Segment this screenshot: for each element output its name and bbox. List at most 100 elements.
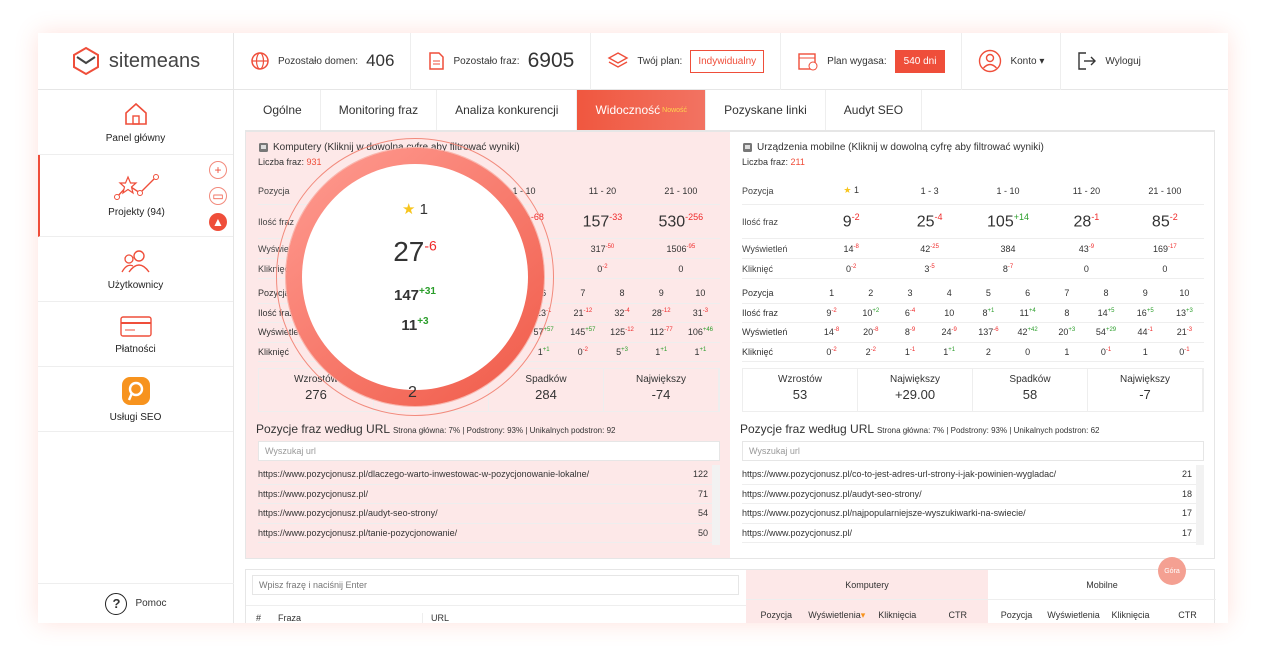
position-cell[interactable]: 1-1 <box>890 347 929 357</box>
logout-button[interactable]: Wyloguj <box>1061 33 1156 90</box>
position-cell[interactable]: 6-4 <box>890 308 929 318</box>
range-cell[interactable]: 43-9 <box>1047 244 1125 254</box>
range-cell[interactable]: 3-5 <box>890 264 968 274</box>
range-cell[interactable]: 157-33 <box>563 212 641 231</box>
range-cell[interactable]: 0 <box>1047 264 1125 274</box>
position-cell[interactable]: 1+1 <box>930 347 969 357</box>
url-row[interactable]: https://www.pozycjonusz.pl/dlaczego-wart… <box>258 465 720 485</box>
count-value[interactable]: 211 <box>791 157 805 167</box>
url-row[interactable]: https://www.pozycjonusz.pl/najpopularnie… <box>742 504 1204 524</box>
tab-monitoring[interactable]: Monitoring fraz <box>321 90 438 130</box>
range-cell[interactable]: 8-7 <box>969 264 1047 274</box>
position-cell[interactable]: 20-8 <box>851 327 890 337</box>
tab-visibility[interactable]: Widoczność Nowość <box>577 90 707 130</box>
range-cell[interactable]: 0 <box>1126 264 1204 274</box>
position-cell[interactable]: 31-3 <box>681 308 720 318</box>
sidebar-item-projects[interactable]: Projekty (94) + ▭ ▲ <box>38 155 233 237</box>
col-ctr[interactable]: CTR <box>1159 610 1216 620</box>
position-cell[interactable]: 5+3 <box>602 347 641 357</box>
tab-general[interactable]: Ogólne <box>245 90 321 130</box>
position-cell[interactable]: 21-12 <box>563 308 602 318</box>
col-url[interactable]: URL <box>422 613 449 623</box>
range-cell[interactable]: 530-256 <box>642 212 720 231</box>
position-cell[interactable]: 21-3 <box>1165 327 1204 337</box>
position-cell[interactable]: 2-2 <box>851 347 890 357</box>
position-cell[interactable]: 1 <box>1126 347 1165 357</box>
col-position[interactable]: Pozycja <box>746 610 807 620</box>
position-cell[interactable]: 137-6 <box>969 327 1008 337</box>
position-cell[interactable]: 11+4 <box>1008 308 1047 318</box>
tab-audit[interactable]: Audyt SEO <box>826 90 923 130</box>
sidebar-item-payments[interactable]: Płatności <box>38 302 233 367</box>
sidebar-item-users[interactable]: Użytkownicy <box>38 237 233 302</box>
range-cell[interactable]: 169-17 <box>1126 244 1204 254</box>
col-phrase[interactable]: Fraza <box>270 613 422 623</box>
position-cell[interactable]: 28-12 <box>642 308 681 318</box>
col-clicks[interactable]: Kliknięcia <box>867 610 928 620</box>
position-cell[interactable]: 1+1 <box>642 347 681 357</box>
url-row[interactable]: https://www.pozycjonusz.pl/co-to-jest-ad… <box>742 465 1204 485</box>
range-cell[interactable]: 85-2 <box>1126 212 1204 231</box>
url-row[interactable]: https://www.pozycjonusz.pl/17 <box>742 524 1204 543</box>
range-cell[interactable]: 317-50 <box>563 244 641 254</box>
url-row[interactable]: https://www.pozycjonusz.pl/audyt-seo-str… <box>742 485 1204 504</box>
position-cell[interactable]: 2 <box>969 347 1008 357</box>
range-cell[interactable]: 25-4 <box>890 212 968 231</box>
position-cell[interactable]: 9-2 <box>812 308 851 318</box>
position-cell[interactable]: 42+42 <box>1008 327 1047 337</box>
col-position[interactable]: Pozycja <box>988 610 1045 620</box>
url-scrollbar[interactable] <box>712 465 720 545</box>
position-cell[interactable]: 10 <box>930 308 969 318</box>
account-menu[interactable]: Konto ▾ <box>962 33 1062 90</box>
position-cell[interactable]: 32-4 <box>602 308 641 318</box>
col-impressions[interactable]: Wyświetlenia <box>1045 610 1102 620</box>
position-cell[interactable]: 0 <box>1008 347 1047 357</box>
position-cell[interactable]: 14+5 <box>1086 308 1125 318</box>
tab-competition[interactable]: Analiza konkurencji <box>437 90 578 130</box>
scroll-top-button[interactable]: Góra <box>1158 557 1186 585</box>
url-row[interactable]: https://www.pozycjonusz.pl/71 <box>258 485 720 504</box>
help-button[interactable]: ? Pomoc <box>38 583 234 623</box>
sidebar-item-seo[interactable]: Usługi SEO <box>38 367 233 432</box>
position-cell[interactable]: 54+29 <box>1086 327 1125 337</box>
position-cell[interactable]: 13+3 <box>1165 308 1204 318</box>
position-cell[interactable]: 20+3 <box>1047 327 1086 337</box>
url-search-input[interactable]: Wyszukaj url <box>742 441 1204 461</box>
add-project-icon[interactable]: + <box>209 161 227 179</box>
range-cell[interactable]: 0-2 <box>563 264 641 274</box>
col-ctr[interactable]: CTR <box>928 610 989 620</box>
url-row[interactable]: https://www.pozycjonusz.pl/tanie-pozycjo… <box>258 524 720 543</box>
range-cell[interactable]: 0-2 <box>812 264 890 274</box>
position-cell[interactable]: 0-2 <box>812 347 851 357</box>
folder-icon[interactable]: ▭ <box>209 187 227 205</box>
position-cell[interactable]: 1 <box>1047 347 1086 357</box>
range-cell[interactable]: 0 <box>642 264 720 274</box>
position-cell[interactable]: 112-77 <box>642 327 681 337</box>
range-cell[interactable]: 9-2 <box>812 212 890 231</box>
position-cell[interactable]: 0-1 <box>1086 347 1125 357</box>
position-cell[interactable]: 8 <box>1047 308 1086 318</box>
position-cell[interactable]: 125-12 <box>602 327 641 337</box>
position-cell[interactable]: 16+5 <box>1126 308 1165 318</box>
position-cell[interactable]: 106+46 <box>681 327 720 337</box>
tab-links[interactable]: Pozyskane linki <box>706 90 826 130</box>
col-impressions[interactable]: Wyświetlenia▾ <box>807 610 868 621</box>
position-cell[interactable]: 44-1 <box>1126 327 1165 337</box>
position-cell[interactable]: 14-8 <box>812 327 851 337</box>
position-cell[interactable]: 145+57 <box>563 327 602 337</box>
range-cell[interactable]: 384 <box>969 244 1047 254</box>
plan-badge[interactable]: Indywidualny <box>690 49 765 73</box>
phrase-search-input[interactable]: Wpisz frazę i naciśnij Enter <box>252 575 739 595</box>
sidebar-item-dashboard[interactable]: Panel główny <box>38 90 233 155</box>
logo[interactable]: sitemeans <box>38 33 234 90</box>
position-cell[interactable]: 0-2 <box>563 347 602 357</box>
range-cell[interactable]: 105+14 <box>969 212 1047 231</box>
position-cell[interactable]: 1+1 <box>681 347 720 357</box>
range-cell[interactable]: 42-25 <box>890 244 968 254</box>
count-value[interactable]: 931 <box>307 157 322 167</box>
position-cell[interactable]: 8+1 <box>969 308 1008 318</box>
url-row[interactable]: https://www.pozycjonusz.pl/audyt-seo-str… <box>258 504 720 524</box>
url-scrollbar[interactable] <box>1196 465 1204 545</box>
range-cell[interactable]: 28-1 <box>1047 212 1125 231</box>
position-cell[interactable]: 10+2 <box>851 308 890 318</box>
